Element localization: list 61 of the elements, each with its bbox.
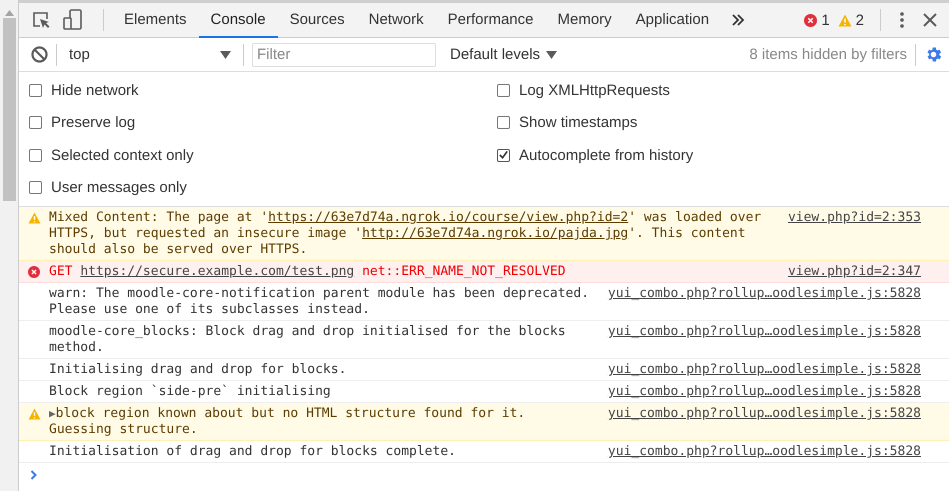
setting-checkbox[interactable]: Log XMLHttpRequests <box>497 74 949 106</box>
checkbox[interactable] <box>497 148 510 162</box>
checkbox[interactable] <box>29 84 42 97</box>
url-link[interactable]: https://secure.example.com/test.png <box>80 264 354 279</box>
inspect-icon[interactable] <box>31 10 51 30</box>
menu-icon[interactable] <box>899 11 905 29</box>
error-count: 1 <box>821 12 830 28</box>
warning-icon <box>28 408 40 420</box>
scrollbar-thumb[interactable] <box>2 18 16 201</box>
setting-checkbox[interactable]: Preserve log <box>29 106 497 139</box>
url-link[interactable]: https://63e7d74a.ngrok.io/course/view.php?id=2 <box>268 210 628 225</box>
setting-checkbox[interactable]: Autocomplete from history <box>497 139 949 172</box>
message-text: ▶block region known about but no HTML structure found for it. Guessing structure. <box>49 406 526 438</box>
source-link[interactable]: yui_combo.php?rollup…oodlesimple.js:5828 <box>608 362 921 378</box>
warning-icon <box>838 14 852 26</box>
checkbox[interactable] <box>497 84 510 97</box>
message-text: moodle-core_blocks: Block drag and drop initialised for the blocks method. <box>49 324 567 356</box>
error-icon <box>804 14 818 26</box>
source-link[interactable]: yui_combo.php?rollup…oodlesimple.js:5828 <box>608 286 921 302</box>
hidden-items-note: 8 items hidden by filters <box>749 46 907 63</box>
error-icon <box>28 266 40 278</box>
context-dropdown[interactable]: top <box>65 46 235 63</box>
message-text: Block region `side-pre` initialising <box>49 384 332 400</box>
warning-count: 2 <box>856 12 864 28</box>
source-link[interactable]: view.php?id=2:353 <box>788 210 921 226</box>
tab[interactable]: Application <box>624 2 722 38</box>
source-link[interactable]: view.php?id=2:347 <box>788 264 921 280</box>
source-link[interactable]: yui_combo.php?rollup…oodlesimple.js:5828 <box>608 406 921 422</box>
setting-checkbox[interactable]: Show timestamps <box>497 106 949 139</box>
levels-dropdown[interactable]: Default levels <box>444 45 564 64</box>
tab[interactable]: Sources <box>278 2 357 38</box>
checkbox[interactable] <box>497 116 510 130</box>
tab[interactable]: Elements <box>112 2 199 38</box>
device-icon[interactable] <box>63 9 83 31</box>
source-link[interactable]: yui_combo.php?rollup…oodlesimple.js:5828 <box>608 444 921 460</box>
message-text: warn: The moodle-core-notification parent module has been deprecated. Please use one of its subclasses instead. <box>49 286 590 318</box>
url-link[interactable]: http://63e7d74a.ngrok.io/pajda.jpg <box>362 226 628 241</box>
checkbox[interactable] <box>29 116 42 130</box>
clear-console-icon[interactable] <box>31 46 48 63</box>
close-icon[interactable] <box>923 13 937 27</box>
tab[interactable]: Console <box>198 2 278 38</box>
message-text: Initialising drag and drop for blocks. <box>49 362 348 378</box>
tab[interactable]: Network <box>356 2 436 38</box>
source-link[interactable]: yui_combo.php?rollup…oodlesimple.js:5828 <box>608 324 921 340</box>
checkbox[interactable] <box>29 181 42 194</box>
message-text: GET https://secure.example.com/test.png net::ERR_NAME_NOT_RESOLVED <box>49 264 567 280</box>
message-text: Initialisation of drag and drop for blocks complete. <box>49 444 457 460</box>
checkbox[interactable] <box>29 148 42 162</box>
warning-icon <box>28 212 40 224</box>
filter-field[interactable]: Filter <box>252 42 436 66</box>
setting-checkbox[interactable]: Selected context only <box>29 139 497 172</box>
setting-checkbox[interactable]: Hide network <box>29 74 497 106</box>
caret-icon <box>546 50 558 58</box>
message-text: Mixed Content: The page at 'https://63e7d74a.ngrok.io/course/view.php?id=2' was loaded over HTTPS, but requested an insecure image 'http://63e7d74a.ngrok.io/pajda.jpg'. This content should also be served over HTTPS. <box>49 210 762 258</box>
caret-icon <box>220 50 231 58</box>
source-link[interactable]: yui_combo.php?rollup…oodlesimple.js:5828 <box>608 384 921 400</box>
prompt-icon[interactable] <box>30 470 38 480</box>
setting-checkbox[interactable]: User messages only <box>29 172 497 204</box>
tab[interactable]: Performance <box>436 2 546 38</box>
tab[interactable]: Memory <box>546 2 624 38</box>
more-tabs-icon[interactable] <box>731 14 746 26</box>
